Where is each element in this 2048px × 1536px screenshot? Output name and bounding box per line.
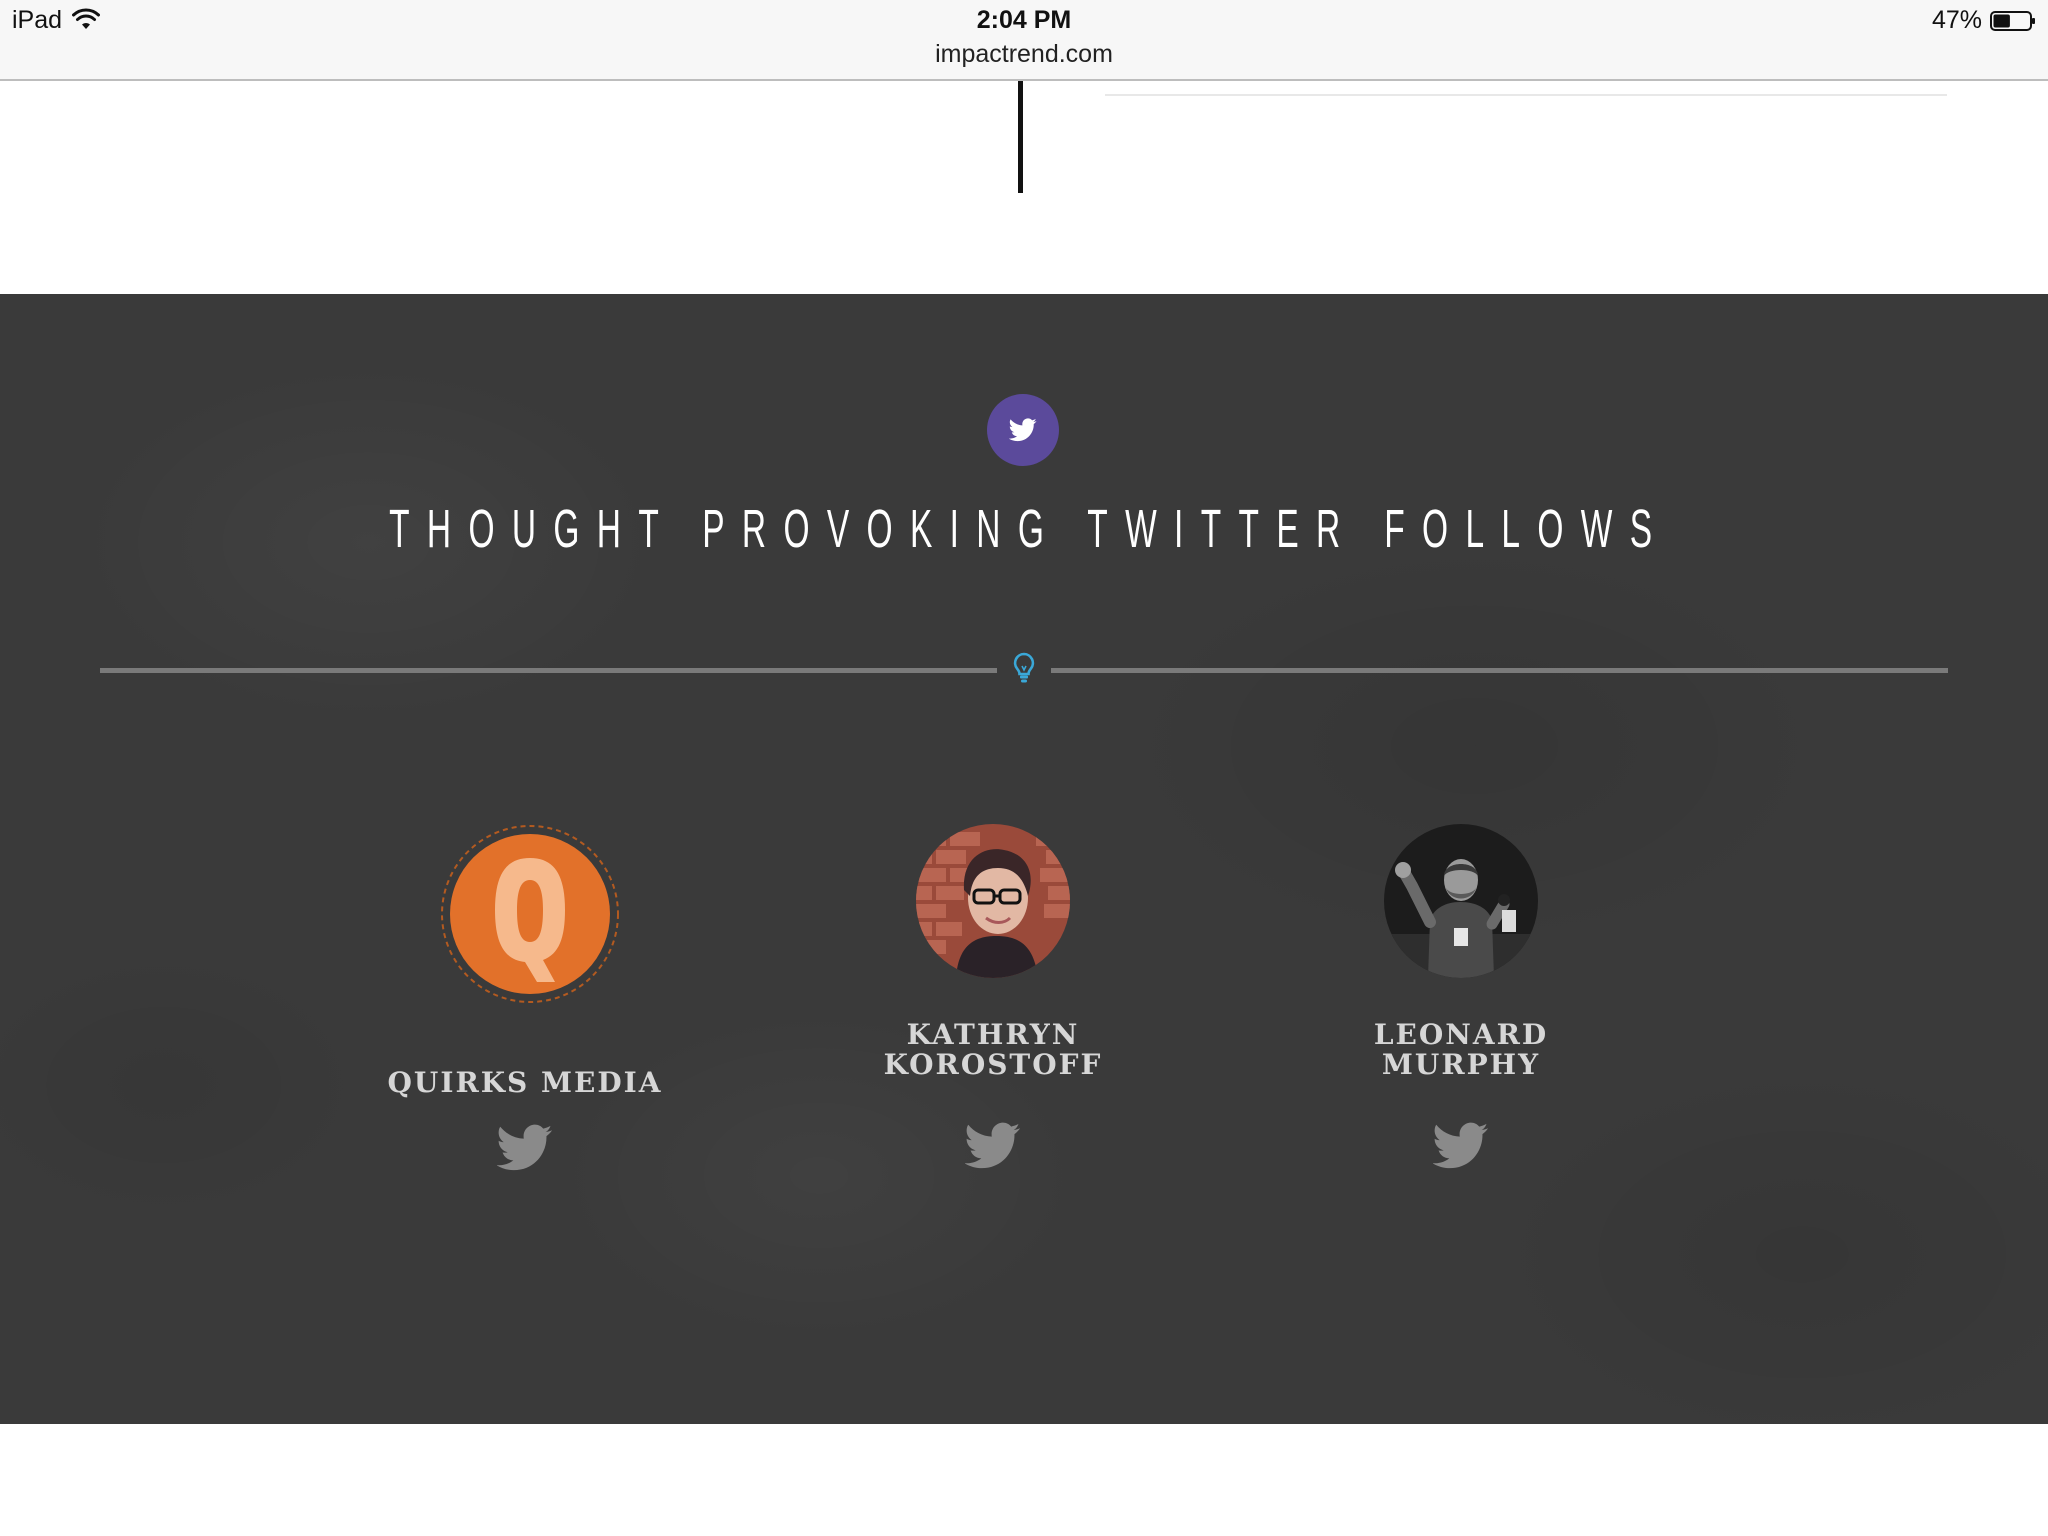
follow-name-line2: KOROSTOFF	[883, 1048, 1103, 1081]
footer-area	[0, 1424, 2048, 1536]
divider-line-left	[100, 668, 997, 673]
follow-name-line1: LEONARD	[1373, 1018, 1549, 1051]
vertical-bar	[1018, 81, 1023, 193]
divider-line-right	[1051, 668, 1948, 673]
follow-name[interactable]: QUIRKS MEDIA	[375, 1068, 675, 1098]
follow-card-quirks-media[interactable]: QUIRKS MEDIA	[375, 824, 675, 1204]
twitter-bird-icon[interactable]	[1433, 1122, 1489, 1170]
status-bar: iPad 2:04 PM impactrend.com 47%	[0, 0, 2048, 81]
address-bar-url[interactable]: impactrend.com	[0, 40, 2048, 69]
twitter-follows-section: THOUGHT PROVOKING TWITTER FOLLOWS QUIRKS…	[0, 294, 2048, 1424]
follow-name[interactable]: KATHRYN KOROSTOFF	[843, 1020, 1143, 1080]
lightbulb-icon	[1013, 652, 1035, 683]
section-title: THOUGHT PROVOKING TWITTER FOLLOWS	[389, 499, 1670, 559]
twitter-icon	[1009, 418, 1037, 442]
battery-icon	[1990, 11, 2035, 31]
divider-rule	[1105, 94, 1947, 96]
twitter-bird-icon[interactable]	[497, 1124, 553, 1172]
battery-percent: 47%	[1931, 6, 1982, 34]
follow-card-kathryn-korostoff[interactable]: KATHRYN KOROSTOFF	[843, 824, 1143, 1204]
twitter-badge	[987, 394, 1059, 466]
status-time: 2:04 PM	[976, 6, 1072, 34]
follow-name-line2: MURPHY	[1381, 1048, 1541, 1081]
upper-content-area	[0, 81, 2048, 294]
kathryn-photo[interactable]	[916, 824, 1070, 978]
leonard-photo[interactable]	[1384, 824, 1538, 978]
follow-card-leonard-murphy[interactable]: LEONARD MURPHY	[1311, 824, 1611, 1204]
follow-name[interactable]: LEONARD MURPHY	[1311, 1020, 1611, 1080]
follow-name-line1: KATHRYN	[906, 1018, 1080, 1051]
quirks-media-logo[interactable]	[439, 820, 621, 1008]
page: iPad 2:04 PM impactrend.com 47% THOUGHT …	[0, 0, 2048, 1536]
twitter-bird-icon[interactable]	[965, 1122, 1021, 1170]
